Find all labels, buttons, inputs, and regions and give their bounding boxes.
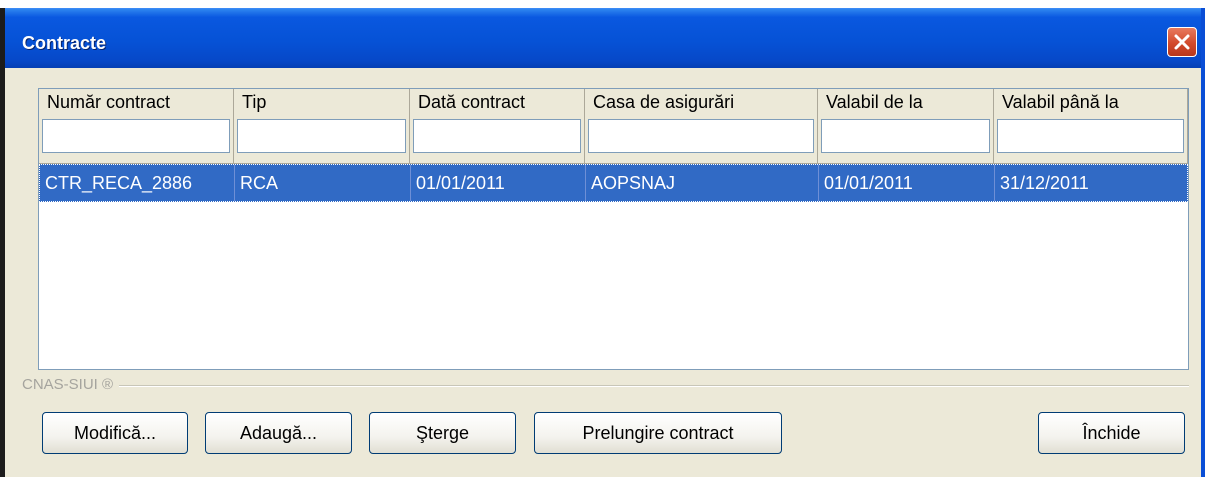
column-header-label: Valabil de la	[826, 92, 923, 112]
table-row[interactable]: CTR_RECA_2886 RCA 01/01/2011 AOPSNAJ 01/…	[39, 164, 1188, 202]
filter-type-input[interactable]	[237, 119, 406, 153]
cell-contract-date: 01/01/2011	[411, 165, 586, 201]
cell-insurance-house: AOPSNAJ	[586, 165, 819, 201]
window-title: Contracte	[22, 33, 107, 53]
filter-valid-from-input[interactable]	[821, 119, 990, 153]
column-header-label: Tip	[242, 92, 267, 112]
contracts-dialog: Contracte Număr contract Tip Dată contra…	[5, 8, 1205, 477]
group-label: CNAS-SIUI ®	[22, 376, 120, 393]
close-window-button[interactable]	[1167, 27, 1197, 57]
close-button[interactable]: Închide	[1038, 412, 1185, 454]
filter-valid-until-input[interactable]	[997, 119, 1184, 153]
title-bar[interactable]: Contracte	[5, 8, 1201, 68]
column-header-label: Dată contract	[418, 92, 526, 112]
column-header-valid-from[interactable]: Valabil de la	[818, 89, 994, 164]
filter-insurance-house-input[interactable]	[588, 119, 814, 153]
column-header-label: Casa de asigurări	[593, 92, 735, 112]
add-button[interactable]: Adaugă...	[205, 412, 352, 454]
cell-type: RCA	[235, 165, 411, 201]
filter-contract-date-input[interactable]	[413, 119, 581, 153]
column-header-label: Valabil până la	[1002, 92, 1119, 112]
filter-contract-number-input[interactable]	[42, 119, 230, 153]
close-icon	[1174, 34, 1190, 50]
modify-button[interactable]: Modifică...	[42, 412, 188, 454]
cell-valid-from: 01/01/2011	[819, 165, 995, 201]
column-header-contract-date[interactable]: Dată contract	[410, 89, 585, 164]
contracts-table: Număr contract Tip Dată contract Casa de…	[38, 88, 1189, 370]
column-header-insurance-house[interactable]: Casa de asigurări	[585, 89, 818, 164]
column-header-valid-until[interactable]: Valabil până la	[994, 89, 1188, 164]
delete-button[interactable]: Şterge	[369, 412, 516, 454]
column-header-type[interactable]: Tip	[234, 89, 410, 164]
extend-contract-button[interactable]: Prelungire contract	[534, 412, 782, 454]
cell-valid-until: 31/12/2011	[1000, 173, 1089, 193]
group-divider	[22, 385, 1189, 387]
cell-contract-number: CTR_RECA_2886	[40, 165, 235, 201]
column-header-label: Număr contract	[47, 92, 171, 112]
column-header-contract-number[interactable]: Număr contract	[39, 89, 234, 164]
